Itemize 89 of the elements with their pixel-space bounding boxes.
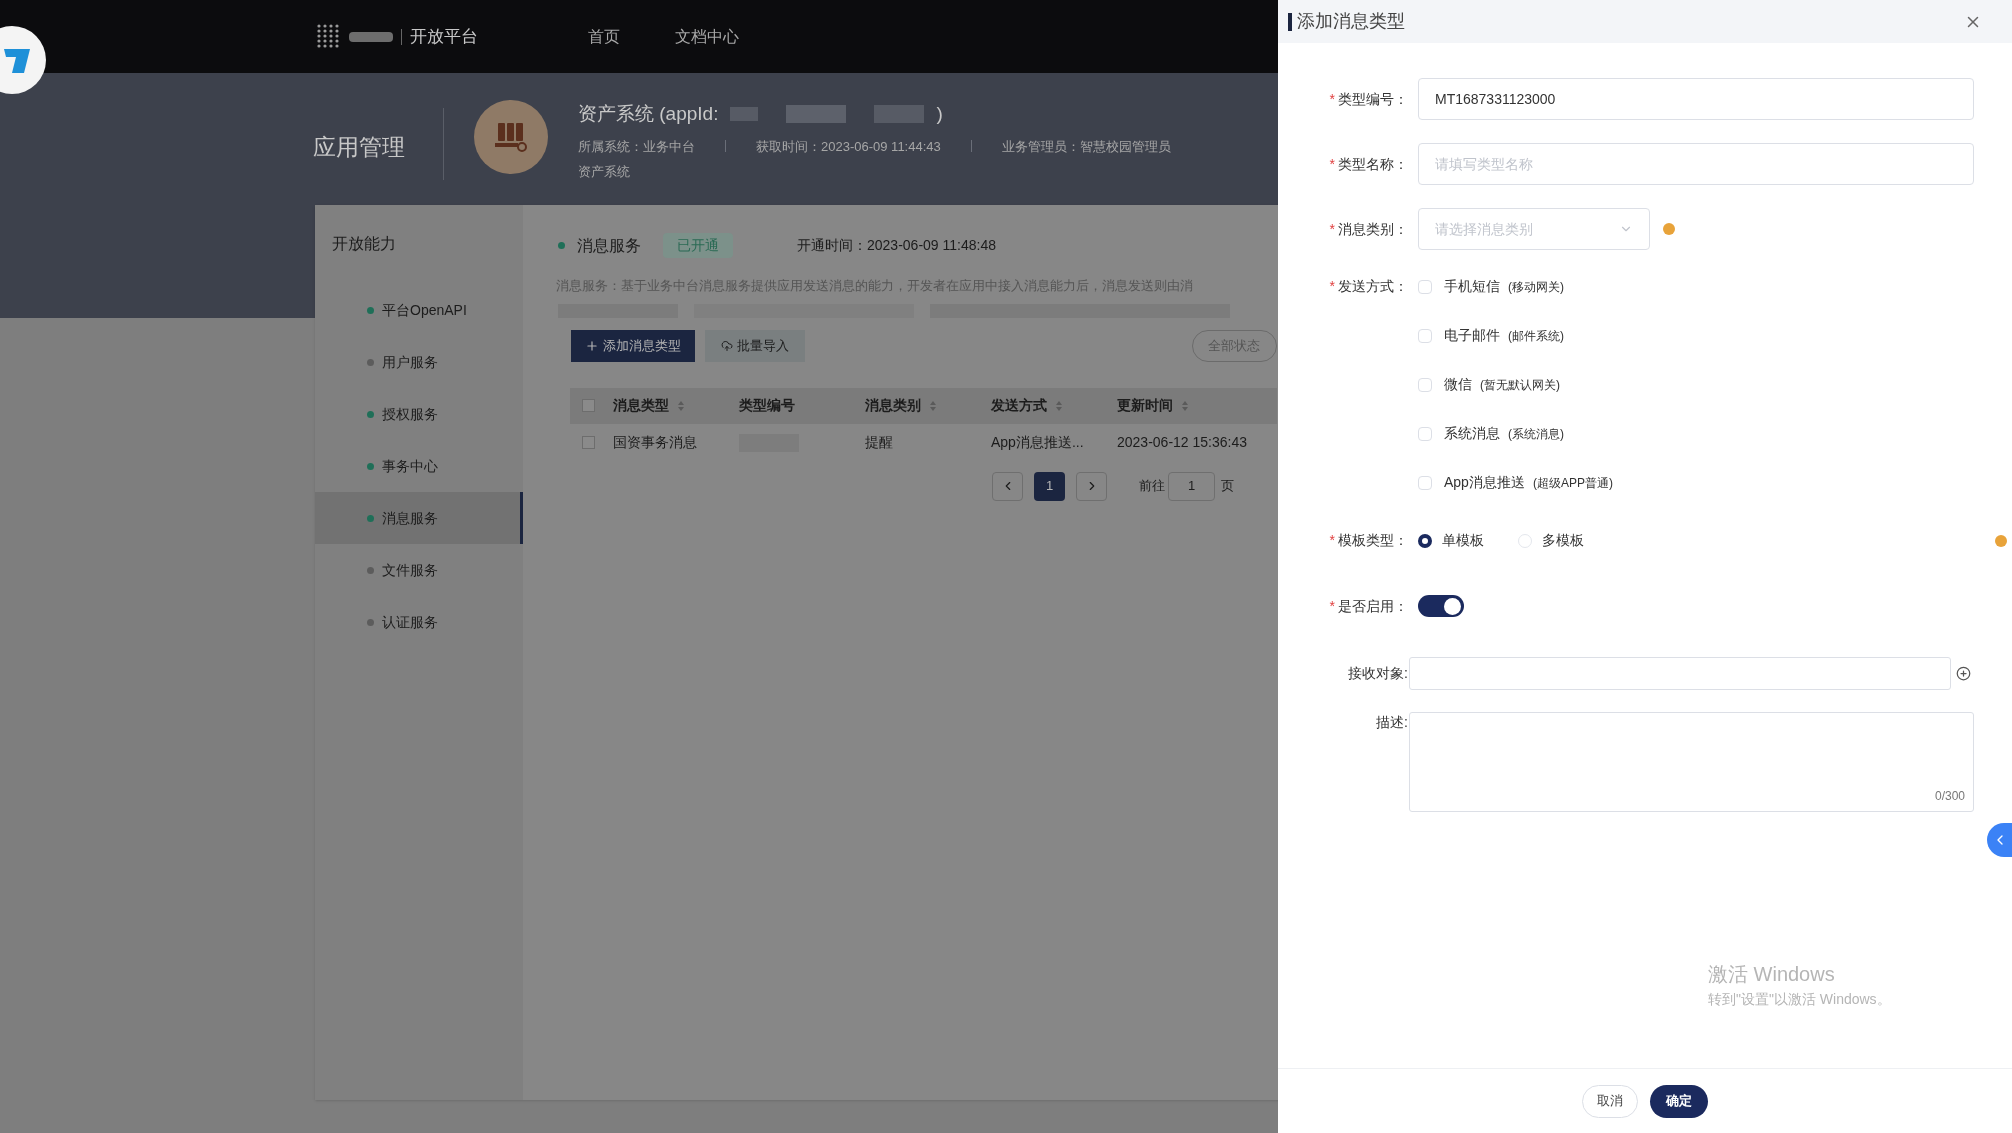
field-label: 是否启用： [1338,596,1408,616]
required-mark: * [1329,277,1335,296]
radio-option[interactable]: 多模板 [1518,530,1584,551]
drawer-title: 添加消息类型 [1297,10,1405,33]
brand-mark [349,31,393,42]
column-header: 类型编号 [739,396,795,415]
table-cell-text: 2023-06-12 15:36:43 [1117,433,1247,452]
batch-import-button[interactable]: 批量导入 [705,329,805,362]
checkbox-option[interactable]: 电子邮件 (邮件系统) [1418,325,1613,346]
text-field[interactable]: MT1687331123000 [1418,78,1974,120]
field-label: 模板类型： [1338,531,1408,550]
page-suffix: 页 [1221,477,1234,496]
checkbox-option[interactable]: 系统消息 (系统消息) [1418,423,1613,444]
redacted-block [786,105,847,124]
sidebar-item[interactable]: 事务中心 [315,440,523,492]
required-mark: * [1329,154,1335,174]
nav-link[interactable]: 首页 [588,24,620,49]
column-header: 发送方式 [991,396,1047,415]
recipient-field[interactable] [1409,657,1951,690]
checkbox-option[interactable]: 手机短信 (移动网关) [1418,276,1613,297]
required-mark: * [1329,219,1335,239]
upload-icon [721,339,733,352]
opened-time: 开通时间：2023-06-09 11:48:48 [797,236,996,255]
checkbox-option[interactable]: App消息推送 (超级APP普通) [1418,472,1613,493]
app-meta: 业务管理员：智慧校园管理员 [1001,137,1171,156]
checkbox[interactable] [1418,426,1432,441]
checkbox[interactable] [1418,377,1432,392]
sidebar-title: 开放能力 [332,234,397,254]
row-checkbox[interactable] [582,436,595,449]
sidebar-item[interactable]: 授权服务 [315,388,523,440]
description-field[interactable]: 0/300 [1409,712,1974,812]
checkbox-option[interactable]: 微信 (暂无默认网关) [1418,374,1613,395]
sort-icon[interactable] [1181,399,1189,412]
confirm-button[interactable]: 确定 [1650,1084,1708,1118]
field-label: 发送方式： [1338,277,1408,296]
field-label: 类型名称： [1338,154,1408,174]
column-header: 消息类别 [865,396,921,415]
table-cell-text: App消息推送... [991,433,1084,452]
field-label: 消息类别： [1338,219,1408,239]
activation-title: 激活 Windows [1708,962,1836,987]
status-tag: 已开通 [663,233,733,258]
header-checkbox[interactable] [582,399,595,412]
sort-icon[interactable] [1055,399,1063,412]
side-tab[interactable] [1987,823,2012,857]
required-mark: * [1329,89,1335,109]
prev-page-button[interactable] [992,471,1023,501]
redacted-block [874,105,925,124]
radio-button[interactable] [1418,533,1432,548]
nav-link[interactable]: 文档中心 [675,24,739,49]
sidebar-item[interactable]: 文件服务 [315,544,523,596]
required-mark: * [1329,531,1335,550]
add-circle-icon[interactable] [1956,666,1971,681]
next-page-button[interactable] [1076,471,1107,501]
sidebar-item[interactable]: 平台OpenAPI [315,284,523,336]
sort-icon[interactable] [677,399,685,412]
app-title: 资产系统 (appId: [578,102,719,126]
char-counter: 0/300 [1934,788,1965,805]
checkbox[interactable] [1418,279,1432,294]
service-name: 消息服务 [577,235,641,256]
sort-icon[interactable] [929,399,937,412]
toggle-switch[interactable] [1418,595,1464,617]
brand-title: 开放平台 [410,25,478,48]
field-label: 描述: [1376,713,1408,732]
app-meta: 获取时间：2023-06-09 11:44:43 [756,137,941,156]
field-label: 类型编号： [1338,89,1408,109]
column-header: 更新时间 [1117,396,1173,415]
checkbox[interactable] [1418,475,1432,490]
sidebar-item[interactable]: 消息服务 [315,492,523,544]
page-title: 应用管理 [313,133,405,162]
required-mark: * [1329,596,1335,616]
app-title-end: ) [936,102,943,126]
field-label: 接收对象: [1348,664,1408,683]
page-button[interactable]: 1 [1034,471,1065,501]
sidebar-item[interactable]: 用户服务 [315,336,523,388]
app-meta: 所属系统：业务中台 [578,137,695,156]
goto-page-field[interactable]: 1 [1168,471,1215,501]
column-header: 消息类型 [613,396,669,415]
sidebar-item[interactable]: 认证服务 [315,596,523,648]
text-field[interactable]: 请填写类型名称 [1418,143,1974,185]
plus-icon [585,338,599,353]
table-cell-text: 提醒 [865,433,893,452]
goto-label: 前往 [1139,477,1165,496]
app-subtitle: 资产系统 [578,163,631,181]
redacted-block [730,107,759,122]
table-cell-text: 国资事务消息 [613,433,697,452]
activation-subtitle: 转到"设置"以激活 Windows。 [1708,990,1892,1009]
add-message-type-button[interactable]: 添加消息类型 [571,329,695,362]
radio-option[interactable]: 单模板 [1418,530,1484,551]
checkbox[interactable] [1418,328,1432,343]
